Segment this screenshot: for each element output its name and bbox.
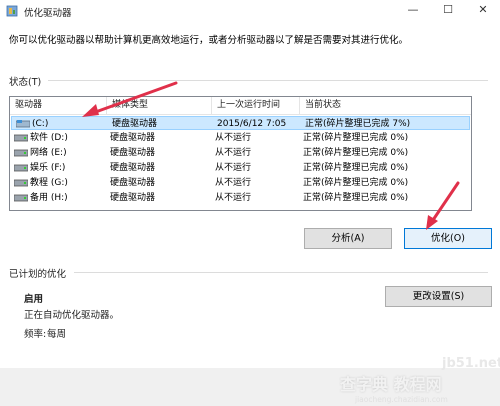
drive-status: 正常(碎片整理已完成 7%) [305,119,411,129]
last-run: 从不运行 [215,133,252,143]
hard-drive-icon [14,179,28,187]
system-drive-icon [16,120,30,128]
frequency-label: 频率: [24,329,47,340]
drive-status: 正常(碎片整理已完成 0%) [303,148,409,158]
analyze-button[interactable]: 分析(A) [304,228,392,249]
drive-name: 教程 (G:) [30,178,68,188]
scheduled-section-label: 已计划的优化 [9,269,67,280]
hard-drive-icon [14,194,28,202]
drive-row-g[interactable]: 教程 (G:) 硬盘驱动器 从不运行 正常(碎片整理已完成 0%) [10,176,471,190]
drive-row-d[interactable]: 软件 (D:) 硬盘驱动器 从不运行 正常(碎片整理已完成 0%) [10,131,471,145]
minimize-button[interactable]: — [396,0,430,22]
drive-status: 正常(碎片整理已完成 0%) [303,163,409,173]
drive-status: 正常(碎片整理已完成 0%) [303,193,409,203]
schedule-state: 启用 [24,294,44,305]
media-type: 硬盘驱动器 [110,163,156,173]
column-header-status[interactable]: 当前状态 [300,97,471,114]
annotation-arrow-icon [82,81,178,117]
watermark-brand: 查字典 教程网 [340,375,442,394]
change-settings-button[interactable]: 更改设置(S) [385,286,492,307]
maximize-button[interactable]: ☐ [431,0,465,22]
status-section-label: 状态(T) [9,77,42,88]
drive-list[interactable]: 驱动器 媒体类型 上一次运行时间 当前状态 (C:) 硬盘驱动器 2015/6/… [9,96,472,211]
title-bar: 优化驱动器 — ☐ ✕ [0,0,500,22]
drive-status: 正常(碎片整理已完成 0%) [303,133,409,143]
drive-row-f[interactable]: 娱乐 (F:) 硬盘驱动器 从不运行 正常(碎片整理已完成 0%) [10,161,471,175]
close-button[interactable]: ✕ [466,0,500,22]
last-run: 从不运行 [215,148,252,158]
hard-drive-icon [14,164,28,172]
watermark-site: jb51.net [442,356,500,371]
drive-row-e[interactable]: 网络 (E:) 硬盘驱动器 从不运行 正常(碎片整理已完成 0%) [10,146,471,160]
drive-status: 正常(碎片整理已完成 0%) [303,178,409,188]
drive-name: (C:) [32,119,49,129]
schedule-description: 正在自动优化驱动器。 [24,310,120,321]
hard-drive-icon [14,134,28,142]
drive-name: 网络 (E:) [30,148,67,158]
media-type: 硬盘驱动器 [110,193,156,203]
scheduled-separator [74,272,488,273]
media-type: 硬盘驱动器 [110,178,156,188]
drive-row-h[interactable]: 备用 (H:) 硬盘驱动器 从不运行 正常(碎片整理已完成 0%) [10,191,471,205]
column-header-last-run[interactable]: 上一次运行时间 [212,97,300,114]
window-title: 优化驱动器 [24,8,72,19]
drive-name: 软件 (D:) [30,133,68,143]
annotation-arrow-icon [426,181,460,230]
drive-name: 娱乐 (F:) [30,163,66,173]
last-run: 从不运行 [215,193,252,203]
media-type: 硬盘驱动器 [110,148,156,158]
frequency-value: 每周 [47,329,67,340]
media-type: 硬盘驱动器 [110,133,156,143]
last-run: 从不运行 [215,178,252,188]
last-run: 2015/6/12 7:05 [217,119,287,129]
watermark-url: jiaocheng.chazidian.com [355,395,448,404]
drive-name: 备用 (H:) [30,193,68,203]
intro-text: 你可以优化驱动器以帮助计算机更高效地运行，或者分析驱动器以了解是否需要对其进行优… [9,35,409,46]
defrag-app-icon [6,5,18,17]
hard-drive-icon [14,149,28,157]
last-run: 从不运行 [215,163,252,173]
